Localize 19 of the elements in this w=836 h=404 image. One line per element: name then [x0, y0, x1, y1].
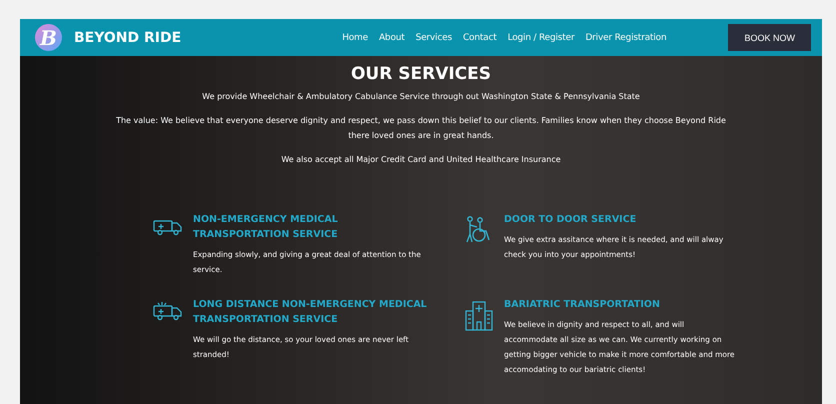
ambulance-icon	[153, 300, 183, 321]
service-title: DOOR TO DOOR SERVICE	[504, 212, 638, 227]
service-title: LONG DISTANCE NON-EMERGENCY MEDICAL TRANSPORTATION SERVICE	[193, 298, 428, 328]
intro-paragraph: We also accept all Major Credit Card and United Healthcare Insurance	[281, 154, 561, 166]
nav-link[interactable]: Home	[342, 32, 368, 42]
section-title: OUR SERVICES	[350, 64, 492, 84]
brand-name[interactable]: BEYOND RIDE	[74, 30, 182, 46]
nav-link[interactable]: Contact	[462, 32, 497, 42]
intro-paragraph: The value: We believe that everyone deserve dignity and respect, we pass down this belief to our clients. Families know when they choose Beyond Ride there loved ones are in great hands.	[115, 115, 727, 142]
hospital-icon	[465, 300, 493, 331]
service-title: BARIATRIC TRANSPORTATION	[504, 298, 661, 312]
nav-link[interactable]: Driver Registration	[585, 32, 666, 42]
book-now-button[interactable]: BOOK NOW	[728, 24, 811, 51]
nav-link[interactable]: About	[378, 32, 405, 42]
intro-paragraph: We provide Wheelchair & Ambulatory Cabulance Service through out Washington State & Pennsylvania State	[202, 91, 640, 103]
brand-logo[interactable]: B	[35, 24, 62, 51]
service-title: NON-EMERGENCY MEDICAL TRANSPORTATION SERVICE	[193, 212, 339, 242]
nav-link[interactable]: Login / Register	[508, 32, 574, 42]
nav-link[interactable]: Services	[416, 32, 452, 42]
